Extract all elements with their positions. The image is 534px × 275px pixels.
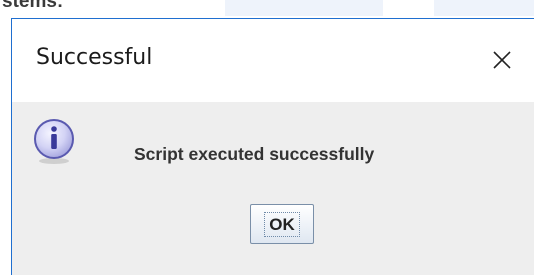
- close-icon: [493, 51, 511, 69]
- background-panel: [225, 0, 383, 16]
- background-window: stems:: [0, 0, 534, 20]
- close-button[interactable]: [477, 35, 527, 85]
- ok-button[interactable]: OK: [250, 204, 314, 244]
- dialog-message: Script executed successfully: [134, 144, 375, 164]
- background-panel: [434, 0, 534, 16]
- dialog-body: Script executed successfully OK: [12, 102, 534, 275]
- info-icon: [34, 119, 74, 164]
- message-dialog: Successful Script executed successfully: [11, 18, 534, 275]
- ok-button-label: OK: [264, 211, 300, 237]
- dialog-title: Successful: [36, 45, 153, 70]
- background-partial-text: stems:: [2, 0, 64, 12]
- dialog-titlebar: Successful: [12, 19, 534, 102]
